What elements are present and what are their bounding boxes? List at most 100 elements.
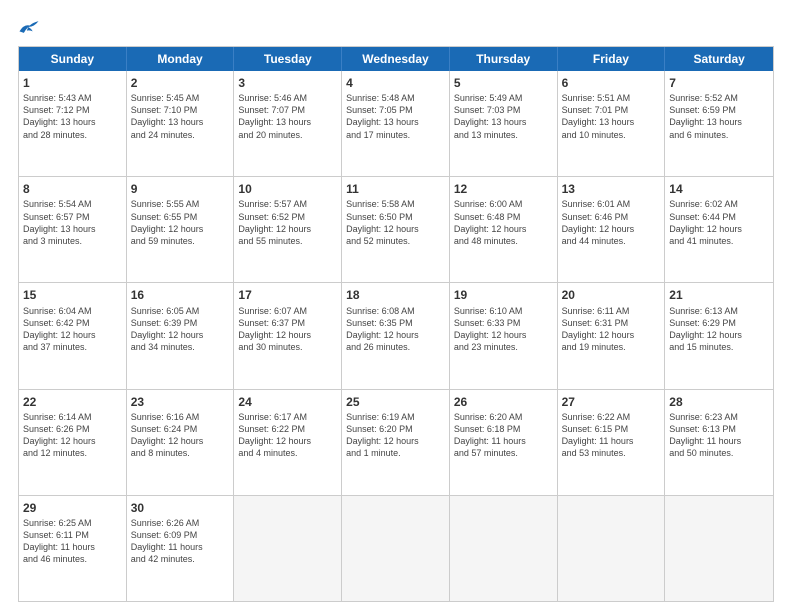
day-number: 19 — [454, 287, 553, 303]
day-number: 4 — [346, 75, 445, 91]
empty-cell — [234, 496, 342, 601]
day-cell-20: 20Sunrise: 6:11 AMSunset: 6:31 PMDayligh… — [558, 283, 666, 388]
day-info: Sunrise: 5:58 AMSunset: 6:50 PMDaylight:… — [346, 198, 445, 247]
logo-bird-icon — [18, 18, 40, 36]
day-number: 5 — [454, 75, 553, 91]
day-number: 30 — [131, 500, 230, 516]
weekday-header-tuesday: Tuesday — [234, 47, 342, 71]
day-info: Sunrise: 6:16 AMSunset: 6:24 PMDaylight:… — [131, 411, 230, 460]
day-info: Sunrise: 6:13 AMSunset: 6:29 PMDaylight:… — [669, 305, 769, 354]
day-info: Sunrise: 5:54 AMSunset: 6:57 PMDaylight:… — [23, 198, 122, 247]
weekday-header-friday: Friday — [558, 47, 666, 71]
day-number: 13 — [562, 181, 661, 197]
day-cell-6: 6Sunrise: 5:51 AMSunset: 7:01 PMDaylight… — [558, 71, 666, 176]
day-number: 22 — [23, 394, 122, 410]
day-number: 6 — [562, 75, 661, 91]
day-cell-25: 25Sunrise: 6:19 AMSunset: 6:20 PMDayligh… — [342, 390, 450, 495]
day-cell-7: 7Sunrise: 5:52 AMSunset: 6:59 PMDaylight… — [665, 71, 773, 176]
day-number: 23 — [131, 394, 230, 410]
day-cell-21: 21Sunrise: 6:13 AMSunset: 6:29 PMDayligh… — [665, 283, 773, 388]
day-info: Sunrise: 5:48 AMSunset: 7:05 PMDaylight:… — [346, 92, 445, 141]
day-number: 20 — [562, 287, 661, 303]
day-number: 15 — [23, 287, 122, 303]
day-cell-19: 19Sunrise: 6:10 AMSunset: 6:33 PMDayligh… — [450, 283, 558, 388]
weekday-header-wednesday: Wednesday — [342, 47, 450, 71]
day-cell-27: 27Sunrise: 6:22 AMSunset: 6:15 PMDayligh… — [558, 390, 666, 495]
day-cell-26: 26Sunrise: 6:20 AMSunset: 6:18 PMDayligh… — [450, 390, 558, 495]
day-info: Sunrise: 6:08 AMSunset: 6:35 PMDaylight:… — [346, 305, 445, 354]
day-info: Sunrise: 6:20 AMSunset: 6:18 PMDaylight:… — [454, 411, 553, 460]
day-number: 9 — [131, 181, 230, 197]
header — [18, 18, 774, 36]
day-number: 12 — [454, 181, 553, 197]
day-number: 28 — [669, 394, 769, 410]
day-number: 29 — [23, 500, 122, 516]
day-info: Sunrise: 5:49 AMSunset: 7:03 PMDaylight:… — [454, 92, 553, 141]
calendar-body: 1Sunrise: 5:43 AMSunset: 7:12 PMDaylight… — [19, 71, 773, 601]
day-info: Sunrise: 6:07 AMSunset: 6:37 PMDaylight:… — [238, 305, 337, 354]
day-number: 24 — [238, 394, 337, 410]
day-number: 14 — [669, 181, 769, 197]
day-info: Sunrise: 6:00 AMSunset: 6:48 PMDaylight:… — [454, 198, 553, 247]
calendar-row-1: 1Sunrise: 5:43 AMSunset: 7:12 PMDaylight… — [19, 71, 773, 176]
day-number: 18 — [346, 287, 445, 303]
day-number: 17 — [238, 287, 337, 303]
empty-cell — [450, 496, 558, 601]
logo — [18, 18, 48, 36]
weekday-header-monday: Monday — [127, 47, 235, 71]
day-number: 1 — [23, 75, 122, 91]
day-cell-9: 9Sunrise: 5:55 AMSunset: 6:55 PMDaylight… — [127, 177, 235, 282]
day-info: Sunrise: 6:02 AMSunset: 6:44 PMDaylight:… — [669, 198, 769, 247]
day-info: Sunrise: 5:45 AMSunset: 7:10 PMDaylight:… — [131, 92, 230, 141]
calendar: SundayMondayTuesdayWednesdayThursdayFrid… — [18, 46, 774, 602]
day-number: 10 — [238, 181, 337, 197]
day-number: 16 — [131, 287, 230, 303]
day-cell-2: 2Sunrise: 5:45 AMSunset: 7:10 PMDaylight… — [127, 71, 235, 176]
day-cell-24: 24Sunrise: 6:17 AMSunset: 6:22 PMDayligh… — [234, 390, 342, 495]
weekday-header-saturday: Saturday — [665, 47, 773, 71]
day-info: Sunrise: 6:19 AMSunset: 6:20 PMDaylight:… — [346, 411, 445, 460]
day-cell-17: 17 Sunrise: 6:07 AMSunset: 6:37 PMDayligh… — [234, 283, 342, 388]
day-info: Sunrise: 5:52 AMSunset: 6:59 PMDaylight:… — [669, 92, 769, 141]
day-number: 2 — [131, 75, 230, 91]
day-info: Sunrise: 6:14 AMSunset: 6:26 PMDaylight:… — [23, 411, 122, 460]
day-info: Sunrise: 6:17 AMSunset: 6:22 PMDaylight:… — [238, 411, 337, 460]
calendar-row-3: 15 Sunrise: 6:04 AMSunset: 6:42 PMDayligh… — [19, 282, 773, 388]
weekday-header-thursday: Thursday — [450, 47, 558, 71]
day-cell-8: 8Sunrise: 5:54 AMSunset: 6:57 PMDaylight… — [19, 177, 127, 282]
day-cell-5: 5Sunrise: 5:49 AMSunset: 7:03 PMDaylight… — [450, 71, 558, 176]
day-cell-15: 15 Sunrise: 6:04 AMSunset: 6:42 PMDayligh… — [19, 283, 127, 388]
page: SundayMondayTuesdayWednesdayThursdayFrid… — [0, 0, 792, 612]
empty-cell — [342, 496, 450, 601]
weekday-header-sunday: Sunday — [19, 47, 127, 71]
day-number: 25 — [346, 394, 445, 410]
day-info: Sunrise: 5:55 AMSunset: 6:55 PMDaylight:… — [131, 198, 230, 247]
day-info: Sunrise: 6:04 AMSunset: 6:42 PMDaylight:… — [23, 305, 122, 354]
empty-cell — [665, 496, 773, 601]
day-cell-28: 28Sunrise: 6:23 AMSunset: 6:13 PMDayligh… — [665, 390, 773, 495]
day-cell-29: 29Sunrise: 6:25 AMSunset: 6:11 PMDayligh… — [19, 496, 127, 601]
calendar-header: SundayMondayTuesdayWednesdayThursdayFrid… — [19, 47, 773, 71]
day-info: Sunrise: 6:22 AMSunset: 6:15 PMDaylight:… — [562, 411, 661, 460]
day-cell-13: 13Sunrise: 6:01 AMSunset: 6:46 PMDayligh… — [558, 177, 666, 282]
calendar-row-4: 22Sunrise: 6:14 AMSunset: 6:26 PMDayligh… — [19, 389, 773, 495]
day-info: Sunrise: 5:57 AMSunset: 6:52 PMDaylight:… — [238, 198, 337, 247]
day-cell-23: 23Sunrise: 6:16 AMSunset: 6:24 PMDayligh… — [127, 390, 235, 495]
day-number: 8 — [23, 181, 122, 197]
day-cell-14: 14Sunrise: 6:02 AMSunset: 6:44 PMDayligh… — [665, 177, 773, 282]
day-number: 3 — [238, 75, 337, 91]
day-cell-3: 3Sunrise: 5:46 AMSunset: 7:07 PMDaylight… — [234, 71, 342, 176]
calendar-row-5: 29Sunrise: 6:25 AMSunset: 6:11 PMDayligh… — [19, 495, 773, 601]
day-cell-18: 18 Sunrise: 6:08 AMSunset: 6:35 PMDayligh… — [342, 283, 450, 388]
day-cell-11: 11Sunrise: 5:58 AMSunset: 6:50 PMDayligh… — [342, 177, 450, 282]
day-cell-30: 30Sunrise: 6:26 AMSunset: 6:09 PMDayligh… — [127, 496, 235, 601]
day-number: 26 — [454, 394, 553, 410]
day-number: 11 — [346, 181, 445, 197]
day-cell-1: 1Sunrise: 5:43 AMSunset: 7:12 PMDaylight… — [19, 71, 127, 176]
day-info: Sunrise: 6:05 AMSunset: 6:39 PMDaylight:… — [131, 305, 230, 354]
day-info: Sunrise: 5:46 AMSunset: 7:07 PMDaylight:… — [238, 92, 337, 141]
calendar-row-2: 8Sunrise: 5:54 AMSunset: 6:57 PMDaylight… — [19, 176, 773, 282]
day-cell-4: 4Sunrise: 5:48 AMSunset: 7:05 PMDaylight… — [342, 71, 450, 176]
day-info: Sunrise: 6:25 AMSunset: 6:11 PMDaylight:… — [23, 517, 122, 566]
day-info: Sunrise: 6:23 AMSunset: 6:13 PMDaylight:… — [669, 411, 769, 460]
